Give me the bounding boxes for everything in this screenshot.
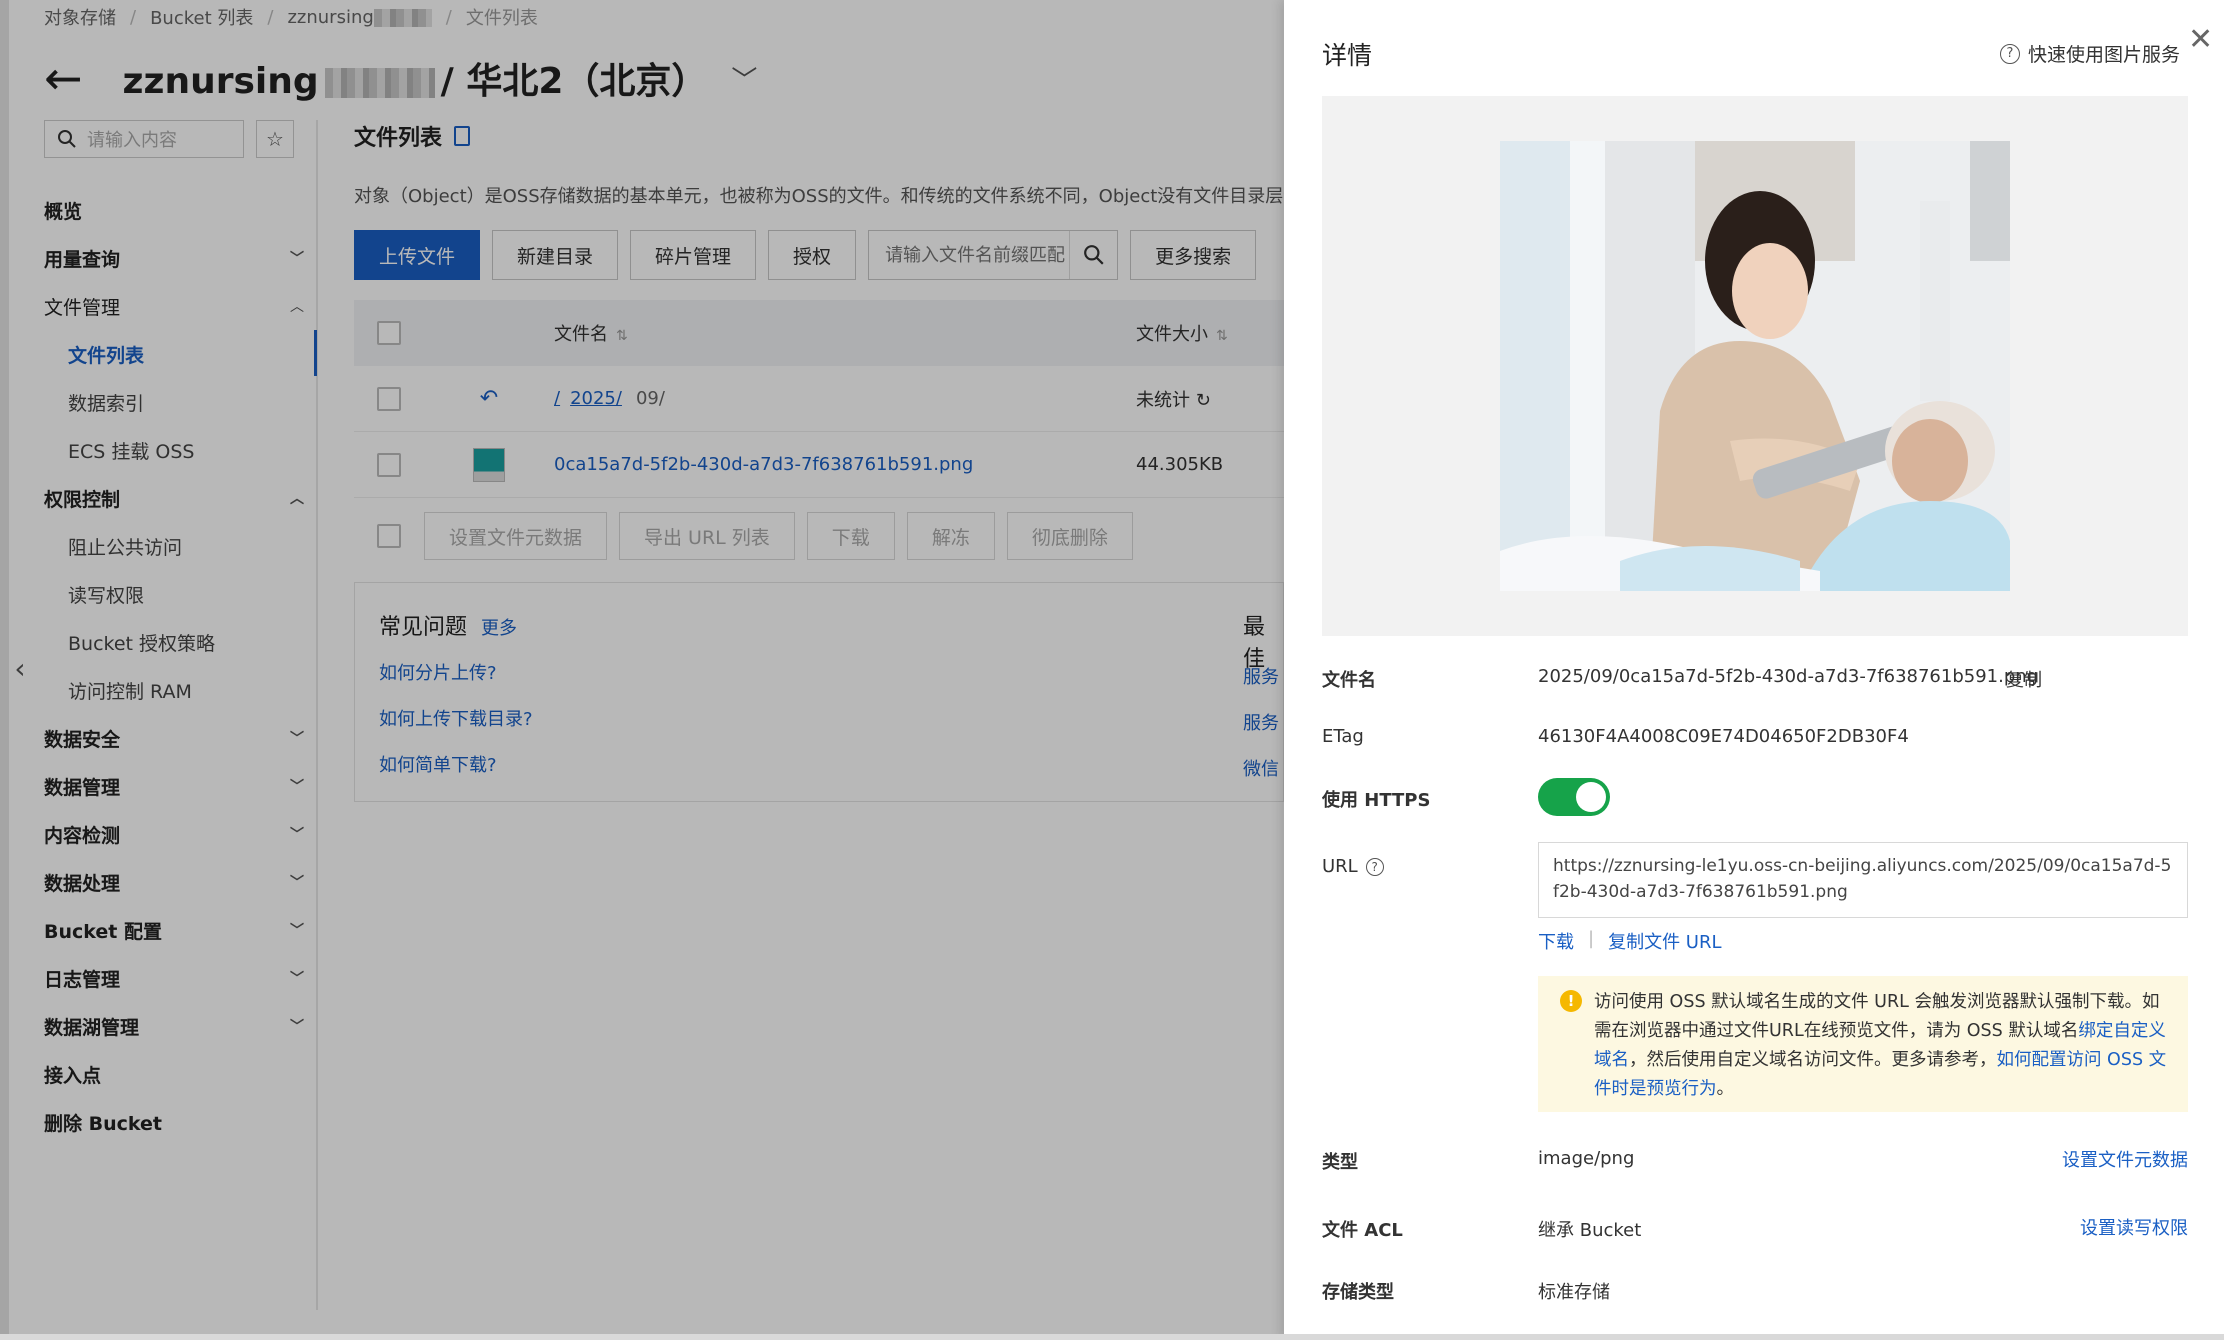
- details-drawer: 详情 ? 快速使用图片服务 ✕ 文件名 2025/09/0ca15a7d-5f2…: [1284, 0, 2224, 1340]
- modal-backdrop[interactable]: [0, 0, 1284, 1340]
- notice-text: 访问使用 OSS 默认域名生成的文件 URL 会触发浏览器默认强制下载。如需在浏…: [1594, 992, 2160, 1041]
- set-acl-link[interactable]: 设置读写权限: [2080, 1214, 2188, 1240]
- help-icon: ?: [2000, 43, 2020, 64]
- bottom-border: [0, 1334, 2224, 1340]
- url-help-icon[interactable]: ?: [1365, 857, 1384, 876]
- warning-icon: !: [1560, 990, 1582, 1012]
- filename-label: 文件名: [1322, 670, 1376, 691]
- type-label: 类型: [1322, 1152, 1358, 1173]
- preview-notice: ! 访问使用 OSS 默认域名生成的文件 URL 会触发浏览器默认强制下载。如需…: [1538, 976, 2188, 1112]
- help-link-label: 快速使用图片服务: [2028, 44, 2181, 66]
- https-label: 使用 HTTPS: [1322, 790, 1431, 811]
- filename-value: 2025/09/0ca15a7d-5f2b-430d-a7d3-7f638761…: [1538, 666, 2039, 687]
- divider: |: [1588, 928, 1595, 949]
- notice-text: ，然后使用自定义域名访问文件。更多请参考，: [1629, 1050, 1997, 1070]
- url-actions: 下载 | 复制文件 URL: [1538, 928, 1722, 954]
- close-icon[interactable]: ✕: [2188, 22, 2213, 57]
- https-toggle[interactable]: [1538, 778, 1610, 816]
- image-preview: [1322, 96, 2188, 636]
- copy-filename-link[interactable]: 复制: [2006, 666, 2042, 692]
- acl-value: 继承 Bucket: [1538, 1220, 1642, 1241]
- storage-value: 标准存储: [1538, 1282, 1610, 1303]
- nurse-patient-photo: [1500, 141, 2010, 591]
- etag-label: ETag: [1322, 726, 1364, 747]
- console-page: ‹ 对象存储 / Bucket 列表 / zznursing / 文件列表 ← …: [0, 0, 2224, 1340]
- copy-url-link[interactable]: 复制文件 URL: [1608, 928, 1721, 954]
- set-metadata-link[interactable]: 设置文件元数据: [2062, 1146, 2188, 1172]
- download-link[interactable]: 下载: [1538, 928, 1574, 954]
- url-field[interactable]: https://zznursing-le1yu.oss-cn-beijing.a…: [1538, 842, 2188, 918]
- type-value: image/png: [1538, 1148, 1635, 1169]
- notice-text: 。: [1716, 1079, 1735, 1099]
- etag-value: 46130F4A4008C09E74D04650F2DB30F4: [1538, 726, 1909, 747]
- url-label-row: URL ?: [1322, 856, 1384, 877]
- url-label: URL: [1322, 856, 1358, 877]
- storage-label: 存储类型: [1322, 1282, 1394, 1303]
- drawer-title: 详情: [1322, 41, 1373, 70]
- image-service-help-link[interactable]: ? 快速使用图片服务: [2000, 40, 2180, 67]
- toggle-knob: [1576, 782, 1606, 812]
- acl-label: 文件 ACL: [1322, 1220, 1403, 1241]
